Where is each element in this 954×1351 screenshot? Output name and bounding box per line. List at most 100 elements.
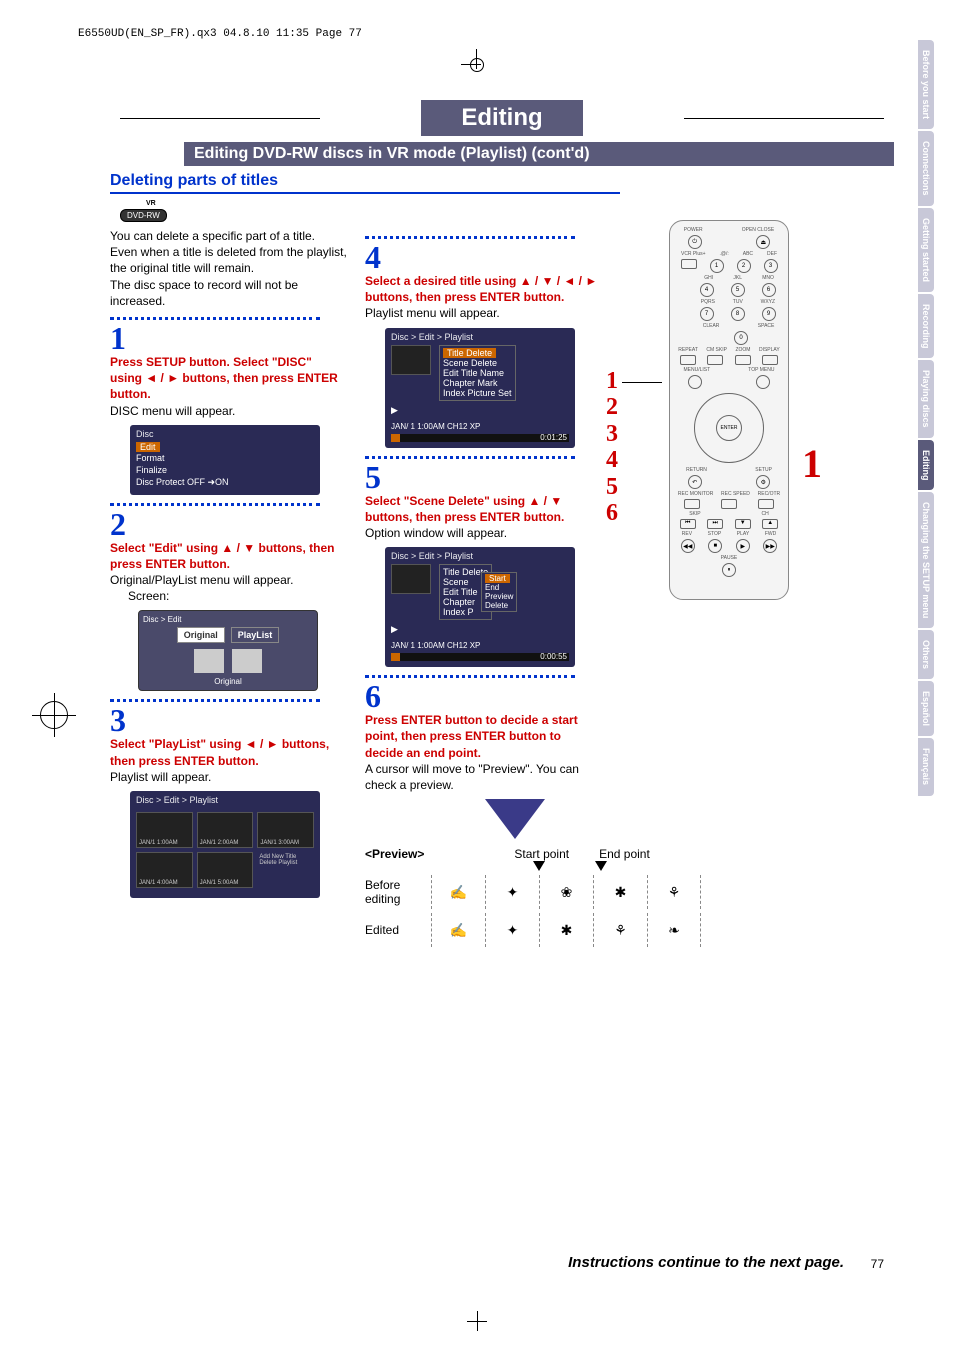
osd-foot: JAN/ 1 1:00AM CH12 XP — [391, 641, 569, 650]
step-2-text: Original/PlayList menu will appear. — [110, 572, 347, 588]
cell-cap: JAN/1 4:00AM — [139, 880, 178, 886]
rule — [365, 236, 575, 239]
step-6-bold: Press ENTER button to decide a start poi… — [365, 712, 602, 761]
osd-disc-item: Disc Protect OFF ➜ON — [136, 476, 314, 489]
before-label: Before editing — [365, 878, 425, 906]
side-tab: Français — [918, 738, 934, 795]
side-tab: Before you start — [918, 40, 934, 129]
cell-cap: JAN/1 3:00AM — [260, 840, 299, 846]
title-banner: Editing — [110, 100, 894, 136]
step-4-num: 4 — [365, 241, 602, 273]
step-1-num: 1 — [110, 322, 347, 354]
step-4-bold: Select a desired title using ▲ / ▼ / ◄ /… — [365, 273, 602, 305]
arrow-down-icon — [485, 799, 545, 839]
osd-scene-menu: Disc > Edit > Playlist Title Delete Scen… — [385, 547, 575, 667]
side-tab: Playing discs — [918, 360, 934, 438]
osd-breadcrumb: Disc > Edit > Playlist — [391, 551, 569, 561]
osd-item: Chapter Mark — [443, 378, 512, 388]
remote-control-diagram: POWEROPEN CLOSE ⏻⏏ VCR Plus+.@/:ABCDEF 1… — [669, 220, 789, 600]
rule — [365, 675, 575, 678]
side-tab: Connections — [918, 131, 934, 206]
osd-item: Scene Delete — [443, 358, 512, 368]
osd-disc-item: Edit — [136, 442, 160, 452]
section-heading: Deleting parts of titles — [110, 172, 620, 194]
step-4-text: Playlist menu will appear. — [365, 305, 602, 321]
page-content: Editing Editing DVD-RW discs in VR mode … — [110, 100, 894, 1271]
step-1-text: DISC menu will appear. — [110, 403, 347, 419]
rule — [365, 456, 575, 459]
osd-item: Index Picture Set — [443, 388, 512, 398]
step-1-bold: Press SETUP button. Select "DISC" using … — [110, 354, 347, 403]
osd-edit-menu: Disc > Edit Original PlayList Original — [138, 610, 318, 691]
osd-breadcrumb: Disc > Edit — [143, 615, 313, 624]
osd-sub-item: End — [485, 583, 513, 592]
print-header: E6550UD(EN_SP_FR).qx3 04.8.10 11:35 Page… — [0, 0, 954, 40]
osd-breadcrumb: Disc > Edit > Playlist — [391, 332, 569, 342]
step-2-text2: Screen: — [128, 588, 347, 604]
rule — [110, 317, 320, 320]
osd-time: 0:01:25 — [540, 433, 567, 442]
vr-label: VR — [146, 200, 894, 207]
step-5-bold: Select "Scene Delete" using ▲ / ▼ button… — [365, 493, 602, 525]
step-3-text: Playlist will appear. — [110, 769, 347, 785]
osd-tab-playlist: PlayList — [231, 627, 280, 643]
enter-button: ENTER — [716, 415, 742, 441]
page-number: 77 — [871, 1257, 884, 1271]
side-tab: Español — [918, 681, 934, 736]
crop-mark-left — [40, 701, 70, 731]
side-tab: Others — [918, 630, 934, 679]
osd-sub-item: Preview — [485, 592, 513, 601]
osd-title-menu: Disc > Edit > Playlist Title Delete Scen… — [385, 328, 575, 448]
rule — [110, 503, 320, 506]
intro-1: You can delete a specific part of a titl… — [110, 228, 347, 244]
cell-cap: JAN/1 2:00AM — [200, 840, 239, 846]
big-red-1: 1 — [802, 440, 822, 487]
left-column: You can delete a specific part of a titl… — [110, 228, 347, 951]
side-tab: Editing — [918, 440, 934, 491]
page-title: Editing — [421, 100, 582, 136]
osd-disc-item: Finalize — [136, 464, 314, 476]
osd-tab-original: Original — [177, 627, 225, 643]
edited-label: Edited — [365, 923, 425, 937]
osd-breadcrumb: Disc > Edit > Playlist — [136, 795, 314, 805]
side-tab: Recording — [918, 294, 934, 359]
intro-2: Even when a title is deleted from the pl… — [110, 244, 347, 276]
step-5-num: 5 — [365, 461, 602, 493]
osd-item: Edit Title Name — [443, 368, 512, 378]
side-tabs: Before you start Connections Getting start… — [918, 40, 934, 798]
play-icon: ▶ — [391, 405, 569, 416]
rule — [110, 699, 320, 702]
preview-label: <Preview> — [365, 847, 424, 861]
osd-disc-menu: Disc Edit Format Finalize Disc Protect O… — [130, 425, 320, 495]
osd-disc-title: Disc — [136, 429, 314, 439]
osd-edit-footer: Original — [143, 677, 313, 686]
osd-sub-item: Start — [485, 574, 510, 583]
osd-time: 0:00:55 — [540, 652, 567, 661]
step-5-text: Option window will appear. — [365, 525, 602, 541]
step-6-num: 6 — [365, 680, 602, 712]
disc-type-icon: DVD-RW — [120, 209, 167, 222]
cell-cap: JAN/1 1:00AM — [139, 840, 178, 846]
start-point-label: Start point — [514, 847, 569, 861]
step-3-num: 3 — [110, 704, 347, 736]
footer-note: Instructions continue to the next page. — [568, 1254, 844, 1271]
side-tab: Getting started — [918, 208, 934, 292]
osd-playlist-grid: Disc > Edit > Playlist JAN/1 1:00AM JAN/… — [130, 791, 320, 898]
subtitle-bar: Editing DVD-RW discs in VR mode (Playlis… — [184, 142, 894, 166]
step-2-num: 2 — [110, 508, 347, 540]
intro-3: The disc space to record will not be inc… — [110, 277, 347, 309]
osd-foot: JAN/ 1 1:00AM CH12 XP — [391, 422, 569, 431]
crop-mark-top — [467, 55, 487, 75]
step-6-text: A cursor will move to "Preview". You can… — [365, 761, 602, 793]
osd-sub-item: Delete — [485, 601, 513, 610]
cell-addnew: Add New Title Delete Playlist — [257, 852, 314, 888]
play-icon: ▶ — [391, 624, 569, 635]
step-3-bold: Select "PlayList" using ◄ / ► buttons, t… — [110, 736, 347, 768]
osd-item: Title Delete — [443, 348, 496, 358]
osd-disc-item: Format — [136, 452, 314, 464]
cell-cap: JAN/1 5:00AM — [200, 880, 239, 886]
side-tab: Changing the SETUP menu — [918, 492, 934, 628]
step-callouts: 1 2 3 4 5 6 — [606, 368, 662, 526]
middle-column: 4 Select a desired title using ▲ / ▼ / ◄… — [365, 228, 602, 951]
step-2-bold: Select "Edit" using ▲ / ▼ buttons, then … — [110, 540, 347, 572]
